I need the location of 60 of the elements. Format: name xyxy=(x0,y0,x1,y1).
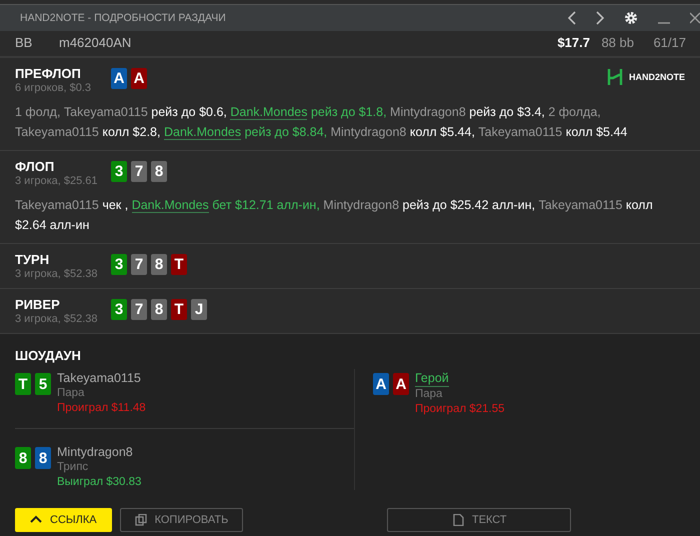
result-amount: Проиграл $11.48 xyxy=(57,401,146,416)
playing-card: 8 xyxy=(151,299,167,320)
document-icon xyxy=(452,514,464,526)
logo-icon xyxy=(606,68,623,86)
window-title: HAND2NOTE - ПОДРОБНОСТИ РАЗДАЧИ xyxy=(20,12,226,24)
playing-card: 8 xyxy=(15,447,31,469)
player-name: Mintydragon8 xyxy=(57,445,133,460)
playing-card: A xyxy=(393,373,409,395)
playing-card: T xyxy=(171,299,187,320)
street-title: РИВЕР xyxy=(15,297,61,312)
playing-card: 8 xyxy=(151,254,167,275)
street-info: 6 игроков, $0.3 xyxy=(15,82,92,94)
player-link[interactable]: Dank.Mondes xyxy=(230,105,308,120)
playing-card: 7 xyxy=(131,161,147,182)
street-title: ФЛОП xyxy=(15,159,56,174)
action-button[interactable]: ТЕКСТ xyxy=(387,508,572,532)
action-log: 1 фолд, Takeyama0115 рейз до $0.6, Dank.Mondes рейз до $1.8, Mintydragon8 рейз до $3.4, 2 фолда, Takeyama0115 колл $2.8, Dank.Mondes рейз до $8.84, Mintydragon8 колл $5.44, Takeyama0115 колл $5.44 xyxy=(15,104,628,142)
playing-card: A xyxy=(111,68,127,89)
stack-bb: 88 bb xyxy=(601,35,635,50)
playing-card: 8 xyxy=(35,447,51,469)
playing-card: A xyxy=(131,68,147,89)
stack-amount: $17.7 xyxy=(557,35,591,50)
hand-rank: Пара xyxy=(57,386,86,401)
logo-text: HAND2NOTE xyxy=(628,72,685,82)
chevron-right-icon[interactable] xyxy=(596,11,604,25)
street-info: 3 игрока, $52.38 xyxy=(15,313,98,325)
result-amount: Проиграл $21.55 xyxy=(415,402,505,417)
playing-card: A xyxy=(373,373,389,395)
close-icon[interactable] xyxy=(690,11,700,25)
playing-card: T xyxy=(15,373,31,395)
hand-rank: Трипс xyxy=(57,460,90,475)
result-amount: Выиграл $30.83 xyxy=(57,475,142,490)
playing-card: 7 xyxy=(131,254,147,275)
playing-card: 7 xyxy=(131,299,147,320)
section-title: ШОУДАУН xyxy=(15,348,82,363)
playing-card: 3 xyxy=(111,161,127,182)
playing-card: 5 xyxy=(35,373,51,395)
player-name: Takeyama0115 xyxy=(57,371,141,386)
action-log: Takeyama0115 чек , Dank.Mondes бет $12.71 алл-ин, Mintydragon8 рейз до $25.42 алл-ин, Takeyama0115 колл $2.64 алл-ин xyxy=(15,197,654,234)
action-button[interactable]: КОПИРОВАТЬ xyxy=(120,508,244,532)
playing-card: 8 xyxy=(151,161,167,182)
playing-card: 3 xyxy=(111,254,127,275)
chevron-left-icon[interactable] xyxy=(568,11,576,25)
playing-card: 3 xyxy=(111,299,127,320)
playing-card: J xyxy=(191,299,207,320)
settings-icon[interactable] xyxy=(624,11,638,25)
player-link[interactable]: Dank.Mondes xyxy=(132,198,209,213)
player-link[interactable]: Dank.Mondes xyxy=(164,125,242,140)
seat-stats: 61/17 xyxy=(653,35,686,50)
street-title: ТУРН xyxy=(15,252,50,267)
player-link[interactable]: Герой xyxy=(415,371,449,387)
player-name: m462040AN xyxy=(59,35,132,50)
seat-position: BB xyxy=(15,35,34,50)
street-title: ПРЕФЛОП xyxy=(15,66,82,81)
street-info: 3 игрока, $52.38 xyxy=(15,268,98,280)
hand-rank: Пара xyxy=(415,387,444,402)
action-button[interactable]: ССЫЛКА xyxy=(15,508,112,532)
street-info: 3 игрока, $25.61 xyxy=(15,175,98,187)
copy-icon xyxy=(134,514,147,526)
playing-card: T xyxy=(171,254,187,275)
